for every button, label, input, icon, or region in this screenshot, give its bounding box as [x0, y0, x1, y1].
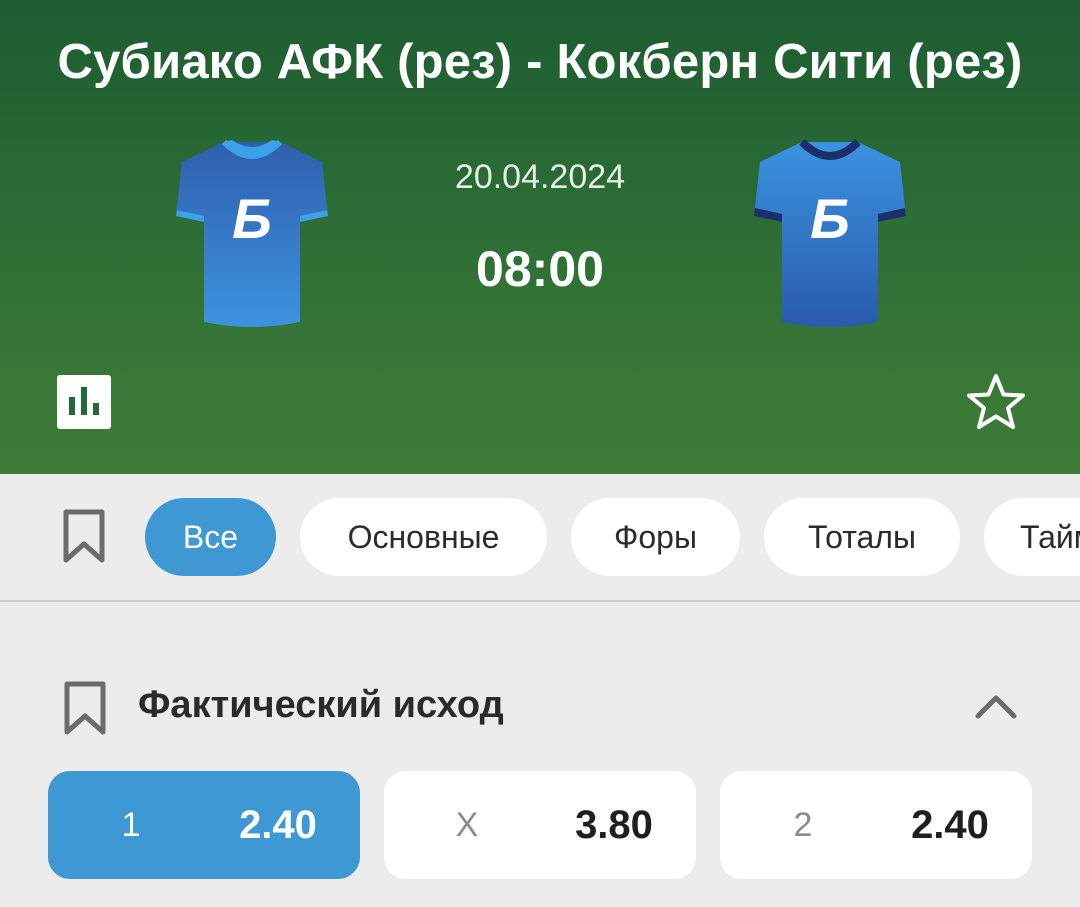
away-team-jersey-icon: Б [750, 136, 910, 332]
filter-chip-totals[interactable]: Тоталы [764, 498, 960, 576]
bookmark-icon [64, 681, 106, 735]
market-title: Фактический исход [138, 684, 504, 726]
chevron-up-icon [975, 695, 1017, 719]
svg-text:Б: Б [232, 187, 272, 250]
statistics-button[interactable] [57, 375, 111, 429]
odd-value: 3.80 [575, 802, 653, 847]
odd-button-away-win[interactable]: 2 2.40 [720, 771, 1032, 879]
match-time: 08:00 [476, 241, 604, 297]
odd-button-home-win[interactable]: 1 2.40 [48, 771, 360, 879]
filter-bar: Все Основные Форы Тоталы Тайм [0, 474, 1080, 602]
match-header: Субиако АФК (рез) - Кокберн Сити (рез) Б… [0, 0, 1080, 474]
odd-label: 1 [121, 805, 141, 844]
filter-chip-main[interactable]: Основные [300, 498, 547, 576]
bar-chart-icon [69, 387, 99, 415]
odd-label: 2 [793, 805, 813, 844]
market-collapse-button[interactable] [972, 688, 1020, 724]
favorite-button[interactable] [964, 372, 1028, 432]
match-date: 20.04.2024 [454, 158, 626, 196]
home-team-jersey-icon: Б [172, 136, 332, 332]
bookmark-filter-button[interactable] [62, 508, 106, 569]
svg-text:Б: Б [810, 187, 850, 250]
match-title: Субиако АФК (рез) - Кокберн Сити (рез) [57, 35, 1023, 89]
odd-button-draw[interactable]: X 3.80 [384, 771, 696, 879]
filter-chip-handicaps[interactable]: Форы [571, 498, 740, 576]
filter-chip-half[interactable]: Тайм [984, 498, 1080, 576]
odd-value: 2.40 [239, 802, 317, 847]
market-bookmark-button[interactable] [63, 680, 107, 741]
bookmark-icon [63, 509, 105, 563]
star-outline-icon [967, 374, 1025, 429]
odd-label: X [455, 805, 479, 844]
odd-value: 2.40 [911, 802, 989, 847]
filter-chip-all[interactable]: Все [145, 498, 276, 576]
